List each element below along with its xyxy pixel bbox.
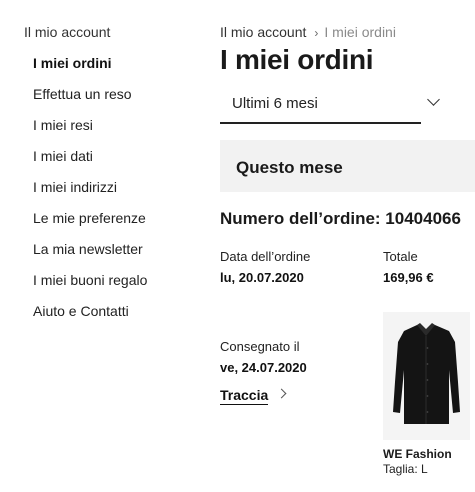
period-select[interactable]: Ultimi 6 mesi bbox=[220, 84, 421, 124]
month-label: Questo mese bbox=[236, 158, 343, 177]
order-date-label: Data dell’ordine bbox=[220, 249, 311, 264]
order-total-label: Totale bbox=[383, 249, 418, 264]
breadcrumb-root-link[interactable]: Il mio account bbox=[220, 24, 306, 40]
sidebar-item-my-data[interactable]: I miei dati bbox=[33, 148, 93, 164]
delivered-label: Consegnato il bbox=[220, 339, 300, 354]
delivered-value: ve, 24.07.2020 bbox=[220, 360, 307, 375]
sidebar-item-addresses[interactable]: I miei indirizzi bbox=[33, 179, 117, 195]
period-select-value: Ultimi 6 mesi bbox=[232, 95, 318, 112]
product-size: Taglia: L bbox=[383, 462, 428, 476]
sidebar-item-orders[interactable]: I miei ordini bbox=[33, 55, 112, 71]
page-title: I miei ordini bbox=[220, 44, 374, 75]
breadcrumb-current: I miei ordini bbox=[324, 24, 396, 40]
track-link[interactable]: Traccia bbox=[220, 387, 269, 405]
chevron-down-icon[interactable] bbox=[427, 93, 440, 106]
month-section-header: Questo mese bbox=[220, 140, 475, 192]
order-date-value: lu, 20.07.2020 bbox=[220, 270, 304, 285]
product-brand: WE Fashion bbox=[383, 447, 452, 461]
orders-main: Il mio account › I miei ordini I miei ordi… bbox=[220, 0, 475, 492]
sidebar-heading[interactable]: Il mio account bbox=[24, 24, 110, 40]
sidebar-item-newsletter[interactable]: La mia newsletter bbox=[33, 241, 143, 257]
sidebar-item-gift-vouchers[interactable]: I miei buoni regalo bbox=[33, 272, 147, 288]
product-image[interactable] bbox=[383, 312, 470, 440]
breadcrumb: Il mio account › I miei ordini bbox=[220, 24, 396, 40]
sidebar-item-preferences[interactable]: Le mie preferenze bbox=[33, 210, 146, 226]
sidebar-item-help-contact[interactable]: Aiuto e Contatti bbox=[33, 303, 129, 319]
sidebar-item-make-return[interactable]: Effettua un reso bbox=[33, 86, 132, 102]
chevron-right-icon[interactable] bbox=[276, 388, 287, 399]
order-number: Numero dell’ordine: 10404066 bbox=[220, 209, 461, 228]
sidebar-item-returns[interactable]: I miei resi bbox=[33, 117, 93, 133]
breadcrumb-separator-icon: › bbox=[314, 26, 319, 40]
shirt-icon bbox=[393, 323, 460, 424]
order-total-value: 169,96 € bbox=[383, 270, 434, 285]
